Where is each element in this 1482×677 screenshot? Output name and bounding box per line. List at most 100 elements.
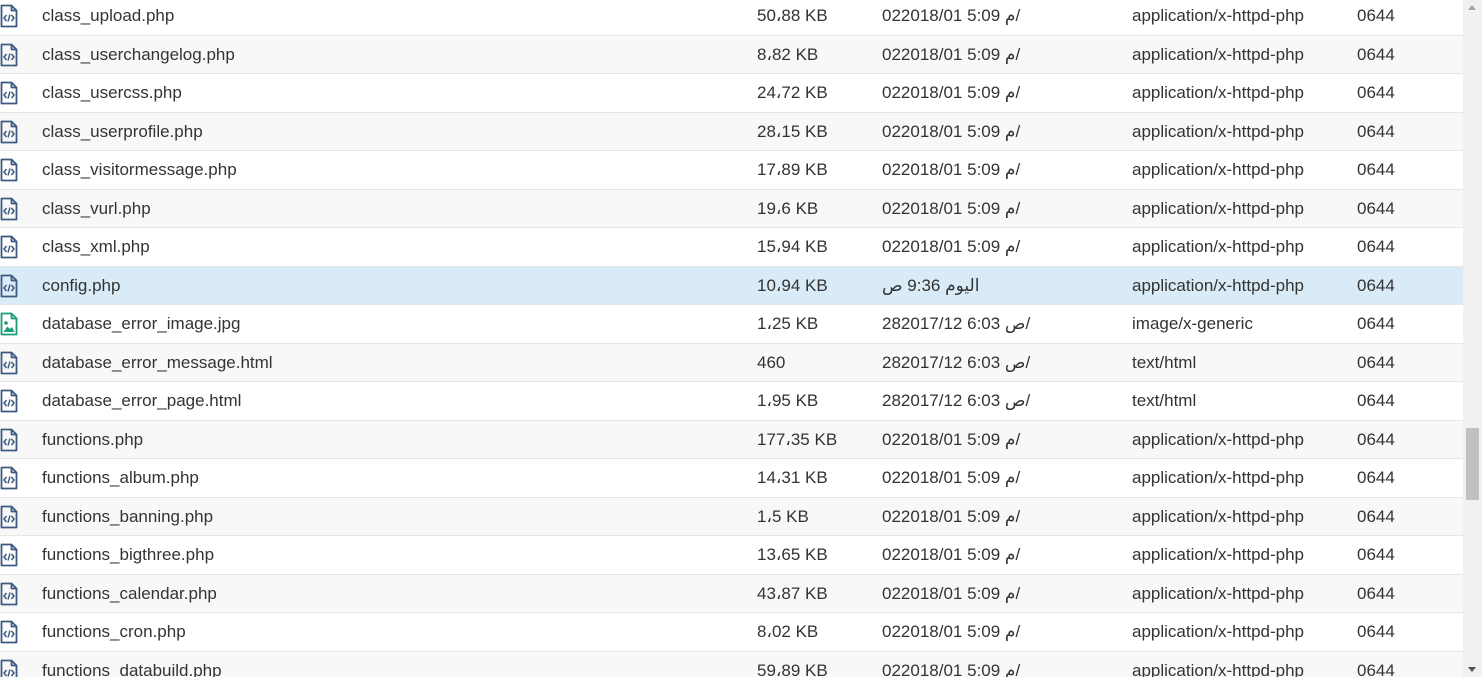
file-modified-date: 02م 5:09 2018/01/ — [882, 583, 1021, 603]
file-row[interactable]: functions.php 177،35 KB 02م 5:09 2018/01/a… — [0, 420, 1463, 459]
file-name[interactable]: config.php — [42, 267, 120, 305]
file-size: 1،5 KB — [757, 506, 809, 526]
file-modified-date: 02م 5:09 2018/01/ — [882, 198, 1021, 218]
file-permissions: 0644 — [1357, 275, 1395, 295]
file-mime-type: application/x-httpd-php — [1132, 160, 1305, 179]
file-name[interactable]: class_upload.php — [42, 0, 174, 35]
file-row[interactable]: database_error_image.jpg 1،25 KB 28ص 6:03 … — [0, 305, 1463, 344]
file-modified-date: 02م 5:09 2018/01/ — [882, 237, 1021, 256]
file-mime-type: application/x-httpd-php — [1132, 44, 1305, 64]
file-name[interactable]: functions_banning.php — [42, 498, 213, 536]
file-mime-type: application/x-httpd-php — [1132, 275, 1305, 295]
file-permissions: 0644 — [1357, 160, 1395, 179]
file-size: 1،25 KB — [757, 314, 819, 333]
file-mime-type: application/x-httpd-php — [1132, 583, 1305, 603]
file-permissions: 0644 — [1357, 83, 1395, 102]
file-mime-type: application/x-httpd-php — [1132, 237, 1305, 256]
file-permissions: 0644 — [1357, 391, 1395, 410]
file-name[interactable]: class_xml.php — [42, 228, 150, 266]
file-row[interactable]: functions_album.php 14،31 KB 02م 5:09 2018… — [0, 459, 1463, 498]
file-modified-date: 02م 5:09 2018/01/ — [882, 622, 1021, 641]
code-file-icon — [0, 158, 18, 182]
code-file-icon — [0, 428, 18, 452]
file-modified-date: 28ص 6:03 2017/12/ — [882, 352, 1031, 372]
file-row[interactable]: functions_bigthree.php 13،65 KB 02م 5:09 2… — [0, 536, 1463, 575]
file-name[interactable]: class_usercss.php — [42, 74, 182, 112]
file-size: 43،87 KB — [757, 583, 828, 603]
file-name[interactable]: class_userprofile.php — [42, 113, 203, 151]
code-file-icon — [0, 43, 18, 67]
file-modified-date: 28ص 6:03 2017/12/ — [882, 391, 1031, 410]
file-name[interactable]: functions_databuild.php — [42, 652, 222, 677]
file-row[interactable]: config.php 10،94 KB اليوم 9:36 ص applicatio… — [0, 266, 1463, 305]
file-size: 17،89 KB — [757, 160, 828, 179]
file-size: 13،65 KB — [757, 545, 828, 564]
scroll-thumb[interactable] — [1466, 428, 1479, 500]
file-row[interactable]: class_usercss.php 24،72 KB 02م 5:09 2018/0… — [0, 74, 1463, 113]
file-permissions: 0644 — [1357, 237, 1395, 256]
file-row[interactable]: functions_banning.php 1،5 KB 02م 5:09 2018… — [0, 497, 1463, 536]
file-permissions: 0644 — [1357, 660, 1395, 677]
file-permissions: 0644 — [1357, 545, 1395, 564]
file-row[interactable]: class_vurl.php 19،6 KB 02م 5:09 2018/01/ap… — [0, 189, 1463, 228]
file-row[interactable]: database_error_page.html 1،95 KB 28ص 6:03 … — [0, 382, 1463, 421]
code-file-icon — [0, 543, 18, 567]
code-file-icon — [0, 274, 18, 298]
file-mime-type: application/x-httpd-php — [1132, 660, 1305, 677]
file-permissions: 0644 — [1357, 198, 1395, 218]
code-file-icon — [0, 235, 18, 259]
file-name[interactable]: functions.php — [42, 421, 143, 459]
file-row[interactable]: class_xml.php 15،94 KB 02م 5:09 2018/01/ap… — [0, 228, 1463, 267]
file-modified-date: 02م 5:09 2018/01/ — [882, 6, 1021, 25]
code-file-icon — [0, 505, 18, 529]
file-name[interactable]: functions_cron.php — [42, 613, 186, 651]
file-modified-date: 02م 5:09 2018/01/ — [882, 44, 1021, 64]
file-modified-date: 02م 5:09 2018/01/ — [882, 83, 1021, 102]
file-permissions: 0644 — [1357, 583, 1395, 603]
file-size: 14،31 KB — [757, 468, 828, 487]
file-row[interactable]: functions_calendar.php 43،87 KB 02م 5:09 2… — [0, 574, 1463, 613]
file-row[interactable]: functions_cron.php 8،02 KB 02م 5:09 2018/0… — [0, 613, 1463, 652]
file-name[interactable]: database_error_page.html — [42, 382, 241, 420]
file-name[interactable]: class_visitormessage.php — [42, 151, 237, 189]
file-size: 177،35 KB — [757, 429, 838, 449]
vertical-scrollbar[interactable] — [1463, 0, 1482, 677]
file-size: 10،94 KB — [757, 275, 828, 295]
file-modified-date: 28ص 6:03 2017/12/ — [882, 314, 1031, 333]
file-name[interactable]: functions_bigthree.php — [42, 536, 214, 574]
file-permissions: 0644 — [1357, 429, 1395, 449]
file-mime-type: application/x-httpd-php — [1132, 198, 1305, 218]
file-size: 19،6 KB — [757, 198, 819, 218]
file-modified-date: 02م 5:09 2018/01/ — [882, 429, 1021, 449]
file-name[interactable]: class_userchangelog.php — [42, 36, 235, 74]
image-file-icon — [0, 312, 18, 336]
file-row[interactable]: class_upload.php 50،88 KB 02م 5:09 2018/01… — [0, 0, 1463, 36]
file-row[interactable]: database_error_message.html 460 28ص 6:03 2… — [0, 343, 1463, 382]
file-name[interactable]: functions_calendar.php — [42, 575, 217, 613]
file-list-table: class_upload.php 50،88 KB 02م 5:09 2018/01… — [0, 0, 1463, 677]
scroll-down-arrow-icon[interactable] — [1468, 667, 1476, 672]
file-modified-date: 02م 5:09 2018/01/ — [882, 468, 1021, 487]
file-row[interactable]: functions_databuild.php 59،89 KB 02م 5:09 … — [0, 651, 1463, 677]
file-row[interactable]: class_userprofile.php 28،15 KB 02م 5:09 20… — [0, 112, 1463, 151]
code-file-icon — [0, 351, 18, 375]
file-mime-type: application/x-httpd-php — [1132, 121, 1305, 141]
scroll-up-arrow-icon[interactable] — [1468, 5, 1476, 10]
file-name[interactable]: database_error_message.html — [42, 344, 273, 382]
file-row[interactable]: class_visitormessage.php 17،89 KB 02م 5:09… — [0, 151, 1463, 190]
file-size: 1،95 KB — [757, 391, 819, 410]
file-permissions: 0644 — [1357, 6, 1395, 25]
file-modified-date: 02م 5:09 2018/01/ — [882, 506, 1021, 526]
file-row[interactable]: class_userchangelog.php 8،82 KB 02م 5:09 2… — [0, 35, 1463, 74]
file-mime-type: text/html — [1132, 391, 1197, 410]
file-permissions: 0644 — [1357, 352, 1395, 372]
code-file-icon — [0, 81, 18, 105]
code-file-icon — [0, 4, 18, 28]
file-name[interactable]: database_error_image.jpg — [42, 305, 240, 343]
file-size: 28،15 KB — [757, 121, 828, 141]
file-mime-type: application/x-httpd-php — [1132, 429, 1305, 449]
file-permissions: 0644 — [1357, 622, 1395, 641]
file-name[interactable]: functions_album.php — [42, 459, 199, 497]
file-mime-type: application/x-httpd-php — [1132, 622, 1305, 641]
file-name[interactable]: class_vurl.php — [42, 190, 151, 228]
